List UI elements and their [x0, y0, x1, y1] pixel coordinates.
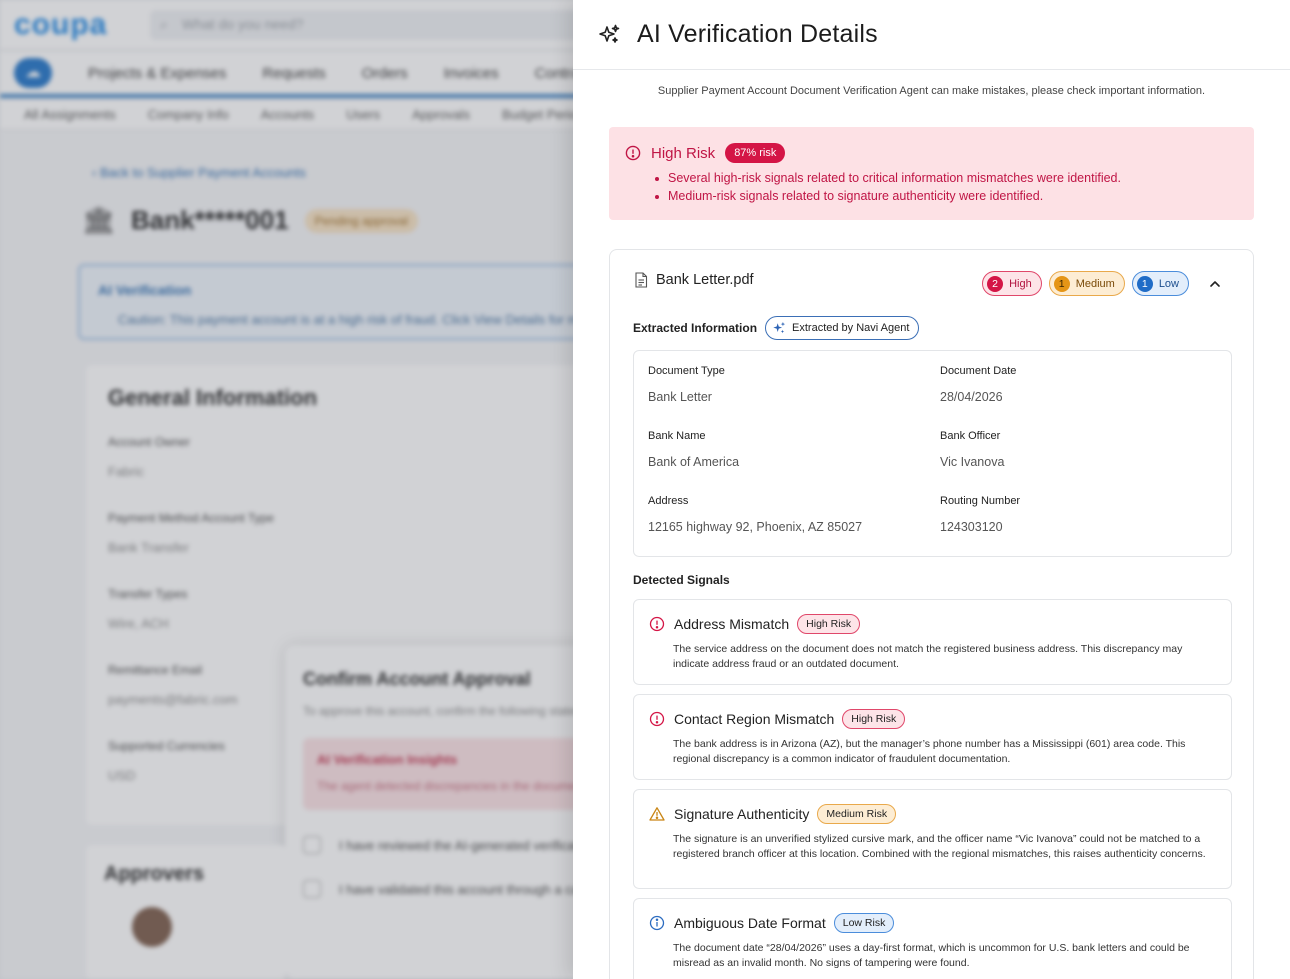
signal-risk-badge: Low Risk [833, 913, 895, 933]
risk-bullet: Several high-risk signals related to cri… [655, 169, 1238, 187]
info-address: Address 12165 highway 92, Phoenix, AZ 850… [648, 495, 940, 542]
document-header: Bank Letter.pdf [634, 272, 754, 288]
info-routing-number: Routing Number 124303120 [940, 495, 1220, 542]
risk-level-label: High Risk [651, 144, 716, 162]
info-value: 12165 highway 92, Phoenix, AZ 85027 [648, 520, 863, 534]
info-label: Address [648, 495, 689, 507]
extracted-by-badge: Extracted by Navi Agent [765, 316, 920, 340]
signal-title: Signature Authenticity [674, 806, 810, 822]
signal-header: Ambiguous Date Format Low Risk [649, 913, 1217, 933]
risk-bullets: Several high-risk signals related to cri… [655, 169, 1238, 205]
panel-title: AI Verification Details [637, 20, 878, 48]
extracted-info-row: Extracted Information Extracted by Navi … [633, 316, 920, 340]
overall-risk-banner: High Risk 87% risk Several high-risk sig… [609, 127, 1254, 220]
signal-contact-region-mismatch: Contact Region Mismatch High Risk The ba… [633, 694, 1232, 780]
severity-label: Medium [1075, 277, 1115, 290]
info-value: 124303120 [940, 520, 1003, 534]
signal-description: The bank address is in Arizona (AZ), but… [673, 738, 1186, 765]
extracted-info-label: Extracted Information [633, 321, 758, 335]
info-bank-officer: Bank Officer Vic Ivanova [940, 430, 1220, 477]
risk-percent-badge: 87% risk [725, 143, 786, 163]
sparkle-icon [773, 321, 786, 334]
sparkle-icon [599, 24, 620, 43]
severity-medium-pill: 1 Medium [1048, 271, 1125, 296]
risk-bullet: Medium-risk signals related to signature… [655, 187, 1238, 205]
info-document-date: Document Date 28/04/2026 [940, 365, 1220, 412]
signal-title: Address Mismatch [674, 616, 790, 632]
signal-description: The service address on the document does… [673, 643, 1183, 670]
ai-verification-panel: AI Verification Details Supplier Payment… [573, 0, 1290, 979]
alert-circle-icon [649, 711, 665, 727]
info-value: 28/04/2026 [940, 390, 1003, 404]
signal-title: Contact Region Mismatch [674, 711, 835, 727]
signal-signature-authenticity: Signature Authenticity Medium Risk The s… [633, 789, 1232, 889]
signal-risk-badge: High Risk [842, 709, 906, 729]
severity-count: 2 [987, 275, 1004, 292]
severity-low-pill: 1 Low [1131, 271, 1189, 296]
detected-signals-label: Detected Signals [633, 573, 730, 587]
signal-description: The signature is an unverified stylized … [673, 833, 1206, 860]
document-card: Bank Letter.pdf 2 High 1 Medium 1 Low Extra… [609, 249, 1254, 979]
risk-title-row: High Risk 87% risk [625, 143, 1238, 163]
severity-summary: 2 High 1 Medium 1 Low [982, 271, 1189, 296]
panel-header: AI Verification Details [573, 0, 1290, 70]
info-label: Document Type [648, 365, 725, 377]
info-label: Bank Officer [940, 430, 1001, 442]
signal-address-mismatch: Address Mismatch High Risk The service a… [633, 599, 1232, 685]
info-label: Document Date [940, 365, 1017, 377]
signal-risk-badge: High Risk [797, 614, 861, 634]
info-circle-icon [649, 915, 665, 931]
signal-header: Address Mismatch High Risk [649, 614, 1217, 634]
alert-circle-icon [625, 145, 641, 161]
info-document-type: Document Type Bank Letter [648, 365, 940, 412]
extracted-info-grid: Document Type Bank Letter Document Date 28… [633, 350, 1232, 557]
info-value: Bank Letter [648, 390, 712, 404]
info-value: Bank of America [648, 455, 740, 469]
info-bank-name: Bank Name Bank of America [648, 430, 940, 477]
severity-high-pill: 2 High [982, 271, 1042, 296]
severity-count: 1 [1136, 275, 1153, 292]
signal-header: Signature Authenticity Medium Risk [649, 804, 1217, 824]
signal-ambiguous-date-format: Ambiguous Date Format Low Risk The docum… [633, 898, 1232, 979]
signal-title: Ambiguous Date Format [674, 915, 826, 931]
warning-triangle-icon [649, 807, 665, 821]
severity-count: 1 [1053, 275, 1070, 292]
severity-label: High [1009, 277, 1032, 290]
file-icon [635, 272, 648, 288]
chevron-up-icon[interactable] [1207, 276, 1223, 292]
signal-risk-badge: Medium Risk [817, 804, 897, 824]
disclaimer-text: Supplier Payment Account Document Verifi… [657, 85, 1206, 97]
document-filename[interactable]: Bank Letter.pdf [656, 272, 754, 288]
signal-header: Contact Region Mismatch High Risk [649, 709, 1217, 729]
info-label: Bank Name [648, 430, 706, 442]
signal-description: The document date “28/04/2026” uses a da… [673, 942, 1190, 969]
severity-label: Low [1158, 277, 1179, 290]
info-label: Routing Number [940, 495, 1021, 507]
info-value: Vic Ivanova [940, 455, 1005, 469]
extracted-by-label: Extracted by Navi Agent [792, 322, 910, 334]
alert-circle-icon [649, 616, 665, 632]
